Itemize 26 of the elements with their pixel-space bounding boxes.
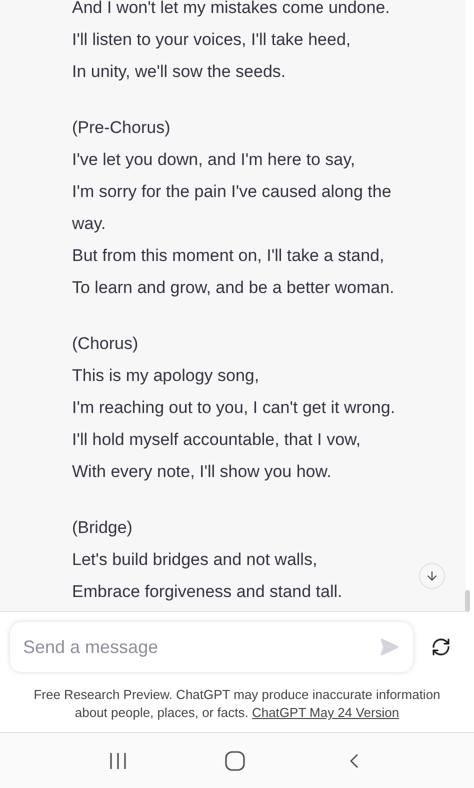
lyric-line: Embrace forgiveness and stand tall. xyxy=(72,581,342,603)
message-field[interactable]: Send a message xyxy=(10,622,413,672)
disclaimer-text: Free Research Preview. ChatGPT may produce inaccurate information about people, places, or facts. ChatGPT May 24 Version xyxy=(32,686,442,722)
arrow-down-icon xyxy=(425,569,439,583)
lyric-line: But from this moment on, I'll take a stand, xyxy=(72,245,384,267)
lyric-line: way. xyxy=(72,213,106,235)
lyric-line: With every note, I'll show you how. xyxy=(72,461,332,483)
lyric-line: I'm sorry for the pain I've caused along the xyxy=(72,181,392,203)
lyric-line: I'm reaching out to you, I can't get it wrong. xyxy=(72,397,396,419)
lyric-line: I'll hold myself accountable, that I vow, xyxy=(72,429,361,451)
version-link[interactable]: ChatGPT May 24 Version xyxy=(252,705,400,720)
recent-apps-icon[interactable] xyxy=(108,752,128,770)
lyric-line: (Pre-Chorus) xyxy=(72,117,170,139)
lyric-line: I've let you down, and I'm here to say, xyxy=(72,149,356,171)
lyric-line: And I won't let my mistakes come undone. xyxy=(72,0,390,19)
scroll-down-button[interactable] xyxy=(419,563,445,589)
lyric-line: Let's build bridges and not walls, xyxy=(72,549,318,571)
lyric-line: This is my apology song, xyxy=(72,365,260,387)
home-icon[interactable] xyxy=(224,750,245,770)
lyric-line: In unity, we'll sow the seeds. xyxy=(72,61,286,83)
lyric-line: (Bridge) xyxy=(72,517,132,539)
lyric-line: To learn and grow, and be a better woman. xyxy=(72,277,394,299)
lyric-line: I'll listen to your voices, I'll take heed, xyxy=(72,29,351,51)
regenerate-icon[interactable] xyxy=(431,637,451,657)
scrollbar-thumb[interactable] xyxy=(465,590,470,612)
lyric-line: (Chorus) xyxy=(72,333,138,355)
